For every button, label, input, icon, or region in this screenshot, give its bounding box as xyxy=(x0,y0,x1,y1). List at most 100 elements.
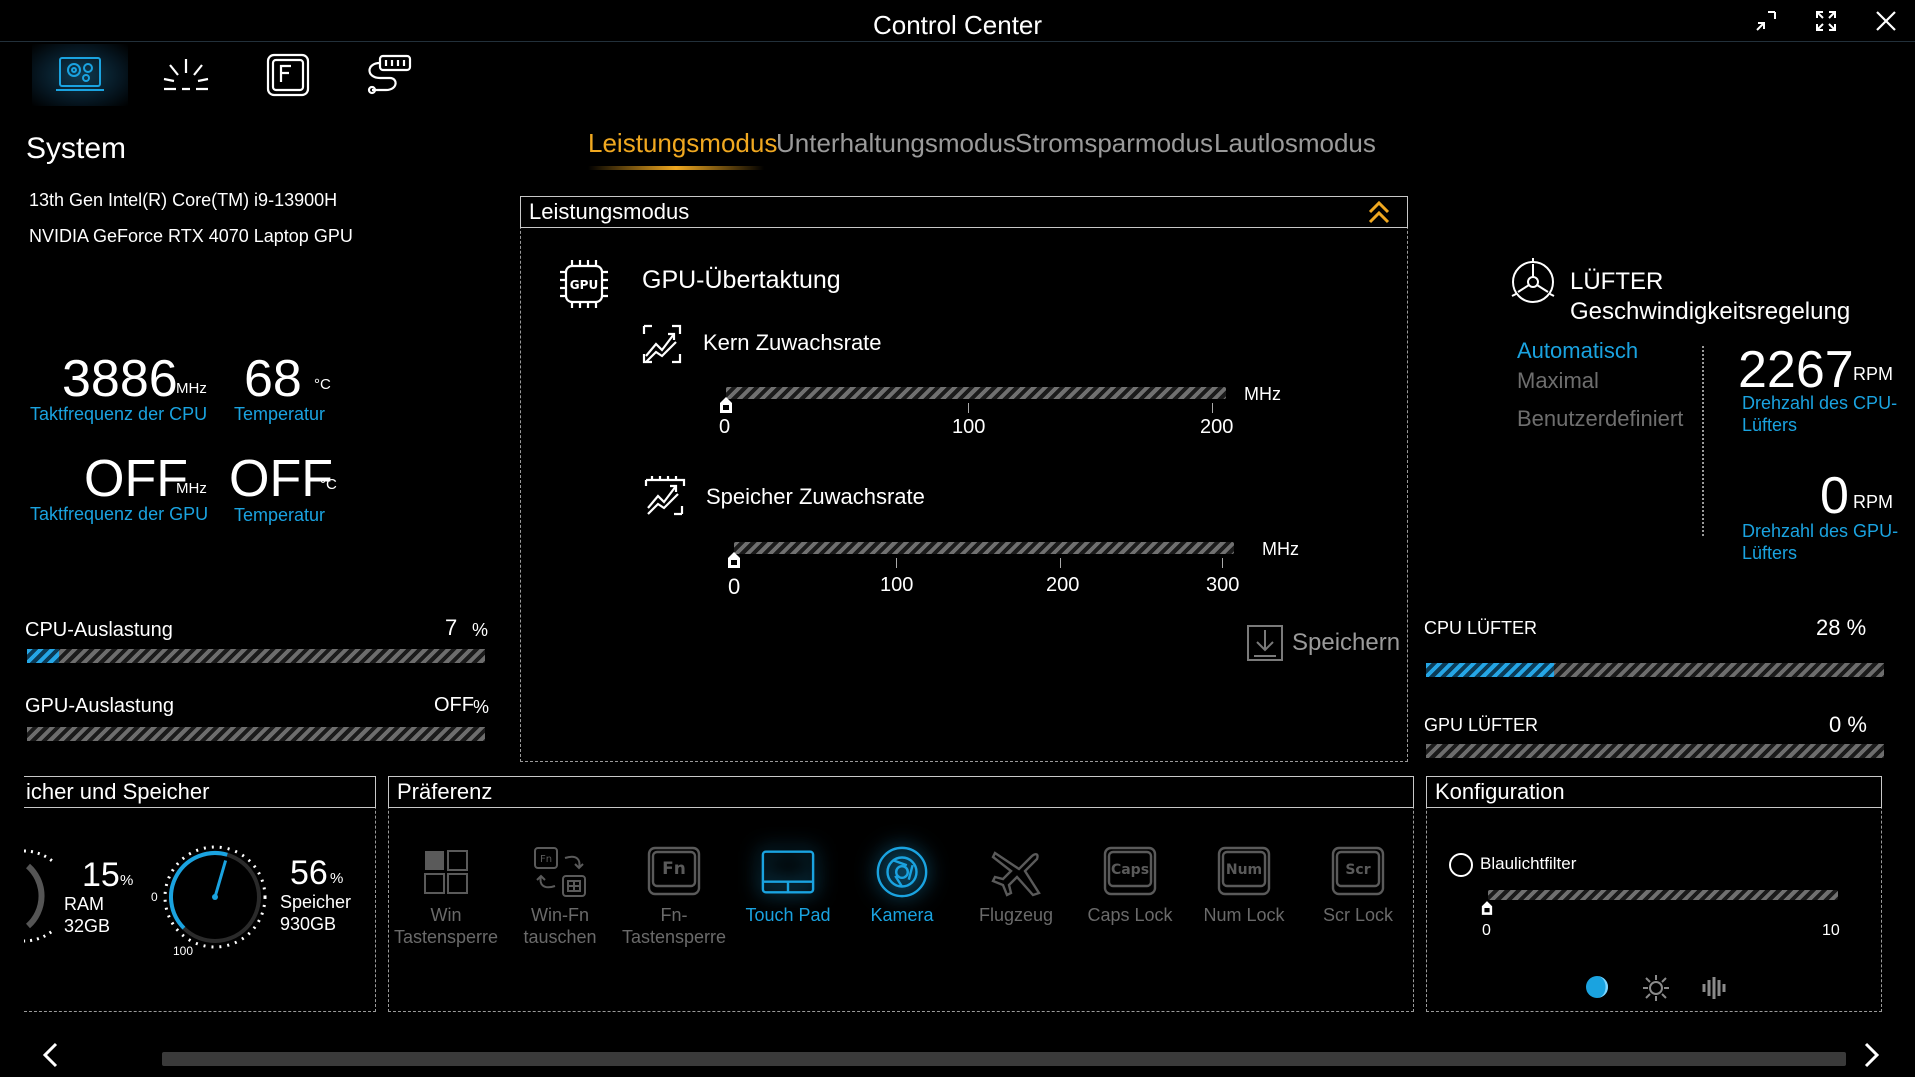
cpu-fan-bar-fill xyxy=(1426,663,1555,677)
sun-icon xyxy=(1643,975,1669,1001)
collapse-button[interactable] xyxy=(1366,198,1392,231)
gpu-frequency-label: Taktfrequenz der GPU xyxy=(30,504,209,524)
download-icon xyxy=(1247,625,1283,661)
active-tab-underline xyxy=(588,166,764,170)
touchpad-icon xyxy=(760,846,816,898)
memory-rate-slider[interactable] xyxy=(734,542,1234,554)
config-panel-title: Konfiguration xyxy=(1435,779,1565,804)
gpu-frequency-unit: MHz xyxy=(176,480,207,497)
chevron-left-icon xyxy=(42,1042,58,1068)
slider-handle-icon xyxy=(728,552,740,568)
fullscreen-button[interactable] xyxy=(1808,6,1844,36)
svg-text:GPU: GPU xyxy=(570,278,598,292)
ram-percent: 15 xyxy=(82,856,120,894)
shrink-icon xyxy=(1756,11,1776,31)
fan-title-line1: LÜFTER xyxy=(1570,268,1664,295)
preference-scr-lock[interactable]: Scr Scr Lock xyxy=(1304,846,1412,948)
preference-label-line2: Tastensperre xyxy=(393,927,499,947)
fan-divider xyxy=(1702,346,1704,536)
expand-icon xyxy=(1816,11,1836,31)
save-button[interactable]: Speichern xyxy=(1246,624,1400,662)
memory-tick-300: 300 xyxy=(1206,574,1240,596)
preference-label: Caps Lock xyxy=(1076,904,1184,926)
config-mode-brightness[interactable] xyxy=(1642,974,1670,1007)
gpu-name: NVIDIA GeForce RTX 4070 Laptop GPU xyxy=(29,226,353,246)
cpu-temperature-unit: °C xyxy=(314,376,331,393)
preference-num-lock[interactable]: Num Num Lock xyxy=(1190,846,1298,948)
preference-label-line1: Win xyxy=(430,905,462,925)
slider-handle-icon xyxy=(1481,901,1493,915)
preference-win[interactable]: Win Tastensperre xyxy=(392,846,500,948)
num-key-icon: Num xyxy=(1216,846,1272,898)
fan-option-benutzerdefiniert[interactable]: Benutzerdefiniert xyxy=(1517,406,1683,432)
preference-win-fn[interactable]: Fn Win-Fn tauschen xyxy=(506,846,614,948)
preference-label: Fn- Tastensperre xyxy=(620,904,728,948)
tab-unterhaltungsmodus[interactable]: Unterhaltungsmodus xyxy=(776,128,1016,159)
tab-stromsparmodus[interactable]: Stromsparmodus xyxy=(1015,128,1213,159)
moon-filled-icon xyxy=(1586,976,1608,998)
fan-title-line2: Geschwindigkeitsregelung xyxy=(1570,298,1851,325)
memory-rate-icon xyxy=(642,474,688,523)
tab-system[interactable] xyxy=(32,44,128,106)
core-rate-icon xyxy=(640,322,684,371)
sound-wave-icon xyxy=(1702,977,1726,999)
keyboard-light-icon xyxy=(163,59,209,91)
preference-panel-title: Präferenz xyxy=(397,779,493,804)
preference-kamera[interactable]: Kamera xyxy=(848,846,956,948)
gauge-max-label: 100 xyxy=(173,944,194,958)
preference-label-line2: Tastensperre xyxy=(621,927,727,947)
fan-option-maximal[interactable]: Maximal xyxy=(1517,368,1599,394)
horizontal-scrollbar[interactable] xyxy=(162,1052,1846,1066)
preference-label: Flugzeug xyxy=(962,904,1070,926)
gpu-temperature-value: OFF xyxy=(229,450,333,508)
camera-icon xyxy=(874,846,930,898)
ram-percent-unit: % xyxy=(120,872,134,889)
preference-label: Kamera xyxy=(848,904,956,926)
memory-rate-slider-handle[interactable] xyxy=(727,551,741,574)
preference-label: Scr Lock xyxy=(1304,904,1412,926)
bluelight-slider-handle[interactable] xyxy=(1481,900,1493,921)
bluelight-slider[interactable] xyxy=(1488,890,1838,900)
svg-text:Num: Num xyxy=(1226,862,1262,878)
core-rate-slider[interactable] xyxy=(726,387,1226,399)
gpu-chip-icon: GPU xyxy=(558,258,610,315)
preference-flugzeug[interactable]: Flugzeug xyxy=(962,846,1070,948)
fn-key-icon: Fn xyxy=(646,846,702,898)
performance-panel-title: Leistungsmodus xyxy=(529,199,690,224)
core-rate-ticks xyxy=(726,403,1226,413)
tab-leistungsmodus[interactable]: Leistungsmodus xyxy=(588,128,777,159)
fan-option-automatisch[interactable]: Automatisch xyxy=(1517,338,1638,364)
close-button[interactable] xyxy=(1868,6,1904,36)
system-heading: System xyxy=(26,132,127,165)
config-mode-audio[interactable] xyxy=(1700,974,1728,1007)
preference-touch-pad[interactable]: Touch Pad xyxy=(734,846,842,948)
preference-caps-lock[interactable]: Caps Caps Lock xyxy=(1076,846,1184,948)
tab-function-keys[interactable] xyxy=(240,44,336,106)
svg-text:Scr: Scr xyxy=(1345,862,1370,878)
preference-fn[interactable]: Fn Fn- Tastensperre xyxy=(620,846,728,948)
fan-icon xyxy=(1508,256,1558,311)
airplane-icon xyxy=(988,846,1044,898)
windows-icon xyxy=(418,846,474,898)
storage-percent: 56 xyxy=(290,854,328,892)
gauge-min-label: 0 xyxy=(151,890,158,904)
tab-peripherals[interactable] xyxy=(340,44,436,106)
preference-label-line1: Num Lock xyxy=(1203,905,1285,925)
gpu-oc-title: GPU-Übertaktung xyxy=(642,266,841,294)
core-tick-100: 100 xyxy=(952,416,986,438)
svg-text:Caps: Caps xyxy=(1111,862,1149,878)
ram-label: RAM xyxy=(64,894,104,914)
restore-button[interactable] xyxy=(1748,6,1784,36)
preference-label-line1: Scr Lock xyxy=(1322,905,1394,925)
cpu-name: 13th Gen Intel(R) Core(TM) i9-13900H xyxy=(29,190,338,210)
tab-lighting[interactable] xyxy=(138,44,234,106)
scroll-right-button[interactable] xyxy=(1858,1040,1884,1075)
preference-label-line1: Win-Fn xyxy=(531,905,589,925)
slider-handle-icon xyxy=(720,397,732,413)
scroll-left-button[interactable] xyxy=(38,1040,64,1075)
preference-label-line1: Flugzeug xyxy=(978,905,1054,925)
preference-panel-header: Präferenz xyxy=(388,776,1414,808)
tab-lautlosmodus[interactable]: Lautlosmodus xyxy=(1214,128,1376,159)
preference-label: Touch Pad xyxy=(734,904,842,926)
config-mode-bluelight[interactable] xyxy=(1584,974,1610,1005)
